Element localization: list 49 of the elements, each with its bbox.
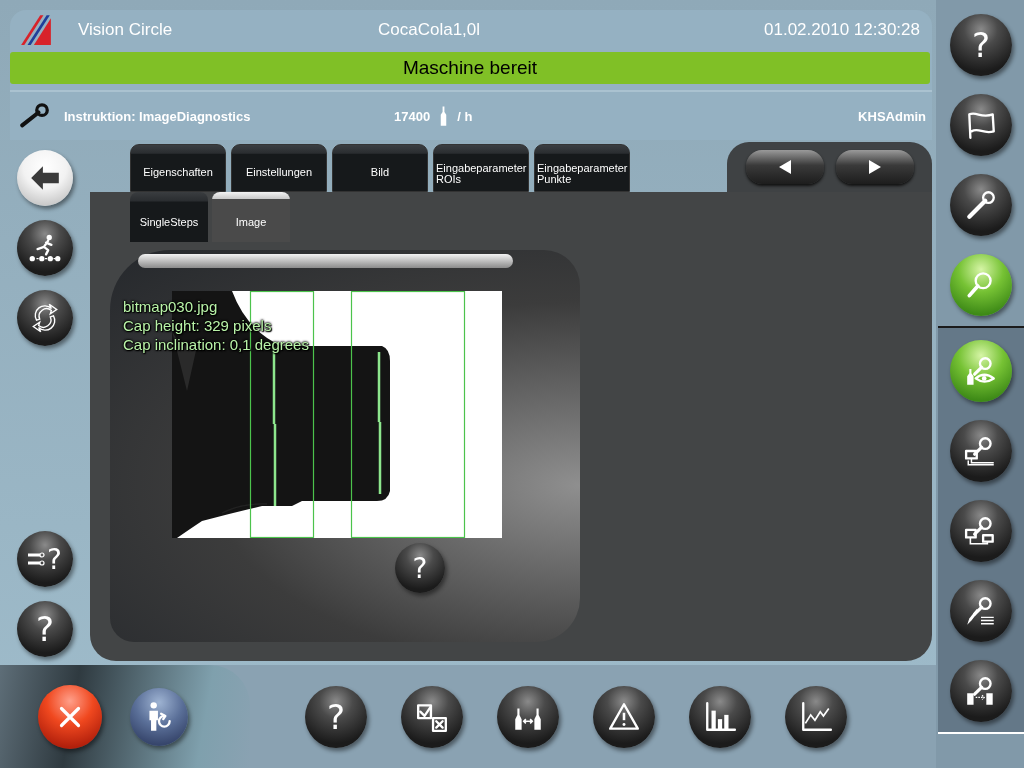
bar-chart-icon	[703, 699, 737, 734]
tab[interactable]: Einstellungen	[231, 144, 327, 192]
sub-tab[interactable]: SingleSteps	[130, 192, 208, 242]
overlay-text: Cap height: 329 pixels	[123, 316, 273, 335]
next-button[interactable]	[835, 150, 914, 184]
service-button[interactable]	[950, 174, 1012, 236]
trend-button[interactable]	[785, 685, 847, 748]
instruction-label: Instruktion: ImageDiagnostics	[64, 108, 252, 124]
tab[interactable]: Eingabeparameter Punkte	[534, 144, 630, 192]
tab[interactable]: Bild	[332, 144, 428, 192]
connection-help-button[interactable]: ?	[17, 531, 73, 587]
panel-inspection-button[interactable]	[950, 420, 1012, 482]
edit-inspection-button[interactable]	[950, 580, 1012, 642]
user-switch-button[interactable]	[130, 687, 188, 746]
tab[interactable]: Eigenschaften	[130, 144, 226, 192]
help-button[interactable]: ?	[305, 685, 367, 748]
bottle-inspection-button[interactable]	[950, 340, 1012, 402]
rate-unit: / h	[457, 108, 473, 124]
product-name: CocaCola1,0l	[378, 20, 482, 40]
warnings-button[interactable]	[593, 685, 655, 748]
help-button[interactable]: ?	[17, 601, 73, 657]
network-inspection-button[interactable]	[950, 500, 1012, 562]
transfer-inspection-button[interactable]	[950, 660, 1012, 722]
help-button[interactable]: ?	[950, 14, 1012, 76]
language-button[interactable]	[950, 94, 1012, 156]
rate-value: 17400	[394, 108, 431, 124]
overlay-text: bitmap030.jpg	[123, 297, 219, 316]
help-button[interactable]: ?	[395, 543, 445, 593]
wrench-icon	[18, 102, 52, 130]
refresh-button[interactable]	[17, 290, 73, 346]
user-name: KHSAdmin	[858, 108, 926, 124]
previous-button[interactable]	[745, 150, 824, 184]
bottle-transfer-button[interactable]	[497, 685, 559, 748]
triangle-right-icon	[866, 159, 883, 175]
statistics-button[interactable]	[689, 685, 751, 748]
sub-tab[interactable]: Image	[212, 192, 290, 242]
line-chart-icon	[799, 699, 833, 734]
cancel-button[interactable]	[38, 684, 102, 749]
tab[interactable]: Eingabeparameter ROIs	[433, 144, 529, 192]
inspection-button[interactable]	[950, 254, 1012, 316]
date-time: 01.02.2010 12:30:28	[764, 20, 920, 40]
checklist-button[interactable]	[401, 685, 463, 748]
connector-lines-icon	[28, 552, 46, 566]
status-banner: Maschine bereit	[10, 52, 930, 84]
single-steps-button[interactable]	[17, 220, 73, 276]
back-button[interactable]	[17, 150, 73, 206]
wrench-icon	[964, 188, 998, 222]
app-title: Vision Circle	[78, 20, 174, 40]
magnifier-eye-bottle-icon	[964, 354, 998, 388]
